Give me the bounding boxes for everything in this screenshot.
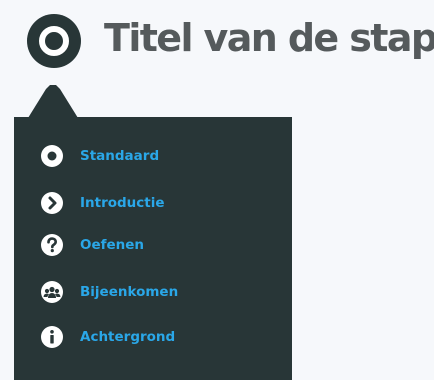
menu-item-standaard[interactable]: Standaard <box>40 142 159 170</box>
standard-circle-icon <box>41 145 63 167</box>
menu-item-bijeenkomen[interactable]: Bijeenkomen <box>40 278 178 306</box>
menu-item-label: Bijeenkomen <box>80 284 179 300</box>
menu-pointer <box>28 85 78 118</box>
step-type-page: Titel van de stap Standaard Introductie <box>0 0 434 380</box>
menu-item-introductie[interactable]: Introductie <box>40 189 165 217</box>
background-info-icon <box>41 326 63 348</box>
menu-item-label: Oefenen <box>80 237 145 253</box>
menu-item-label: Achtergrond <box>80 329 176 345</box>
introduction-arrow-icon <box>41 192 63 214</box>
standard-step-icon <box>27 14 81 68</box>
practice-question-icon <box>41 234 63 256</box>
menu-item-label: Introductie <box>80 195 165 211</box>
meeting-group-icon <box>41 281 63 303</box>
step-type-menu: Standaard Introductie Oefenen Bijeenkome… <box>14 117 292 380</box>
menu-item-achtergrond[interactable]: Achtergrond <box>40 323 175 351</box>
menu-item-oefenen[interactable]: Oefenen <box>40 231 144 259</box>
step-type-selector[interactable] <box>26 13 82 69</box>
menu-item-label: Standaard <box>80 148 160 164</box>
step-title[interactable]: Titel van de stap <box>104 10 434 66</box>
